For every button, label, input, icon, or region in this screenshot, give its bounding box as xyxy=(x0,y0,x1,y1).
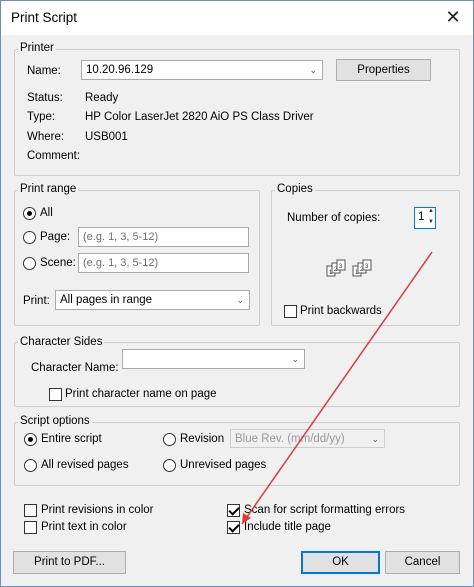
character-name-select[interactable]: ⌄ xyxy=(122,349,305,369)
properties-button[interactable]: Properties xyxy=(336,59,431,81)
copies-stepper[interactable]: 1 ▲ ▼ xyxy=(414,207,436,229)
page-range-input[interactable]: (e.g. 1, 3, 5-12) xyxy=(78,227,249,247)
cancel-button[interactable]: Cancel xyxy=(385,551,460,574)
print-range-all-radio[interactable] xyxy=(23,207,36,220)
print-range-page-label: Page: xyxy=(40,231,71,243)
copies-label: Copies xyxy=(275,183,315,195)
print-range-scene-radio[interactable] xyxy=(23,257,36,270)
chevron-down-icon: ⌄ xyxy=(371,434,379,444)
printer-name-label: Name: xyxy=(27,65,61,77)
print-range-all-label: All xyxy=(40,207,53,219)
character-sides-label: Character Sides xyxy=(18,336,105,348)
print-character-name-label: Print character name on page xyxy=(65,388,217,400)
print-character-name-checkbox[interactable] xyxy=(49,388,62,401)
comment-label: Comment: xyxy=(27,150,81,162)
spin-up-icon[interactable]: ▲ xyxy=(428,208,434,214)
ok-button[interactable]: OK xyxy=(301,551,380,574)
revision-value: Blue Rev. (mm/dd/yy) xyxy=(235,433,345,445)
where-label: Where: xyxy=(27,131,65,143)
revision-label: Revision xyxy=(180,433,225,445)
character-name-label: Character Name: xyxy=(31,362,119,374)
window-title: Print Script xyxy=(11,10,78,25)
print-to-pdf-button[interactable]: Print to PDF... xyxy=(13,551,126,574)
entire-script-radio[interactable] xyxy=(24,433,37,446)
type-label: Type: xyxy=(27,111,56,123)
status-value: Ready xyxy=(85,92,119,104)
include-title-page-checkbox[interactable] xyxy=(227,521,240,534)
number-of-copies-label: Number of copies: xyxy=(287,212,381,224)
print-range-scene-label: Scene: xyxy=(40,257,76,269)
print-range-label: Print range xyxy=(18,183,79,195)
printer-group-label: Printer xyxy=(18,42,56,54)
all-revised-pages-label: All revised pages xyxy=(41,459,129,471)
chevron-down-icon: ⌄ xyxy=(236,295,244,305)
spin-down-icon[interactable]: ▼ xyxy=(428,219,434,225)
type-value: HP Color LaserJet 2820 AiO PS Class Driv… xyxy=(85,111,314,123)
where-value: USB001 xyxy=(85,131,128,143)
chevron-down-icon: ⌄ xyxy=(291,354,299,364)
scan-formatting-label: Scan for script formatting errors xyxy=(244,504,406,516)
print-range-page-radio[interactable] xyxy=(23,231,36,244)
print-backwards-checkbox[interactable] xyxy=(284,305,297,318)
revision-radio[interactable] xyxy=(163,433,176,446)
unrevised-pages-radio[interactable] xyxy=(163,459,176,472)
print-pages-select[interactable]: All pages in range ⌄ xyxy=(55,290,250,310)
revision-select[interactable]: Blue Rev. (mm/dd/yy) ⌄ xyxy=(230,429,385,448)
copies-value: 1 xyxy=(418,211,425,223)
print-pages-value: All pages in range xyxy=(60,294,153,306)
collate-icon: 1 2 3 1 2 3 xyxy=(326,259,372,277)
printer-name-value: 10.20.96.129 xyxy=(86,64,154,76)
print-revisions-color-checkbox[interactable] xyxy=(24,504,37,517)
print-text-color-checkbox[interactable] xyxy=(24,521,37,534)
close-icon[interactable]: ✕ xyxy=(438,4,468,30)
status-label: Status: xyxy=(27,92,63,104)
print-label: Print: xyxy=(23,295,50,307)
scan-formatting-checkbox[interactable] xyxy=(227,504,240,517)
entire-script-label: Entire script xyxy=(41,433,102,445)
include-title-page-label: Include title page xyxy=(244,521,331,533)
scene-range-input[interactable]: (e.g. 1, 3, 5-12) xyxy=(78,253,249,273)
title-bar: Print Script ✕ xyxy=(1,1,473,35)
chevron-down-icon: ⌄ xyxy=(309,65,317,75)
printer-name-select[interactable]: 10.20.96.129 ⌄ xyxy=(81,60,323,80)
script-options-label: Script options xyxy=(18,415,92,427)
unrevised-pages-label: Unrevised pages xyxy=(180,459,267,471)
print-text-color-label: Print text in color xyxy=(41,521,127,533)
all-revised-pages-radio[interactable] xyxy=(24,459,37,472)
print-revisions-color-label: Print revisions in color xyxy=(41,504,154,516)
print-backwards-label: Print backwards xyxy=(300,305,382,317)
